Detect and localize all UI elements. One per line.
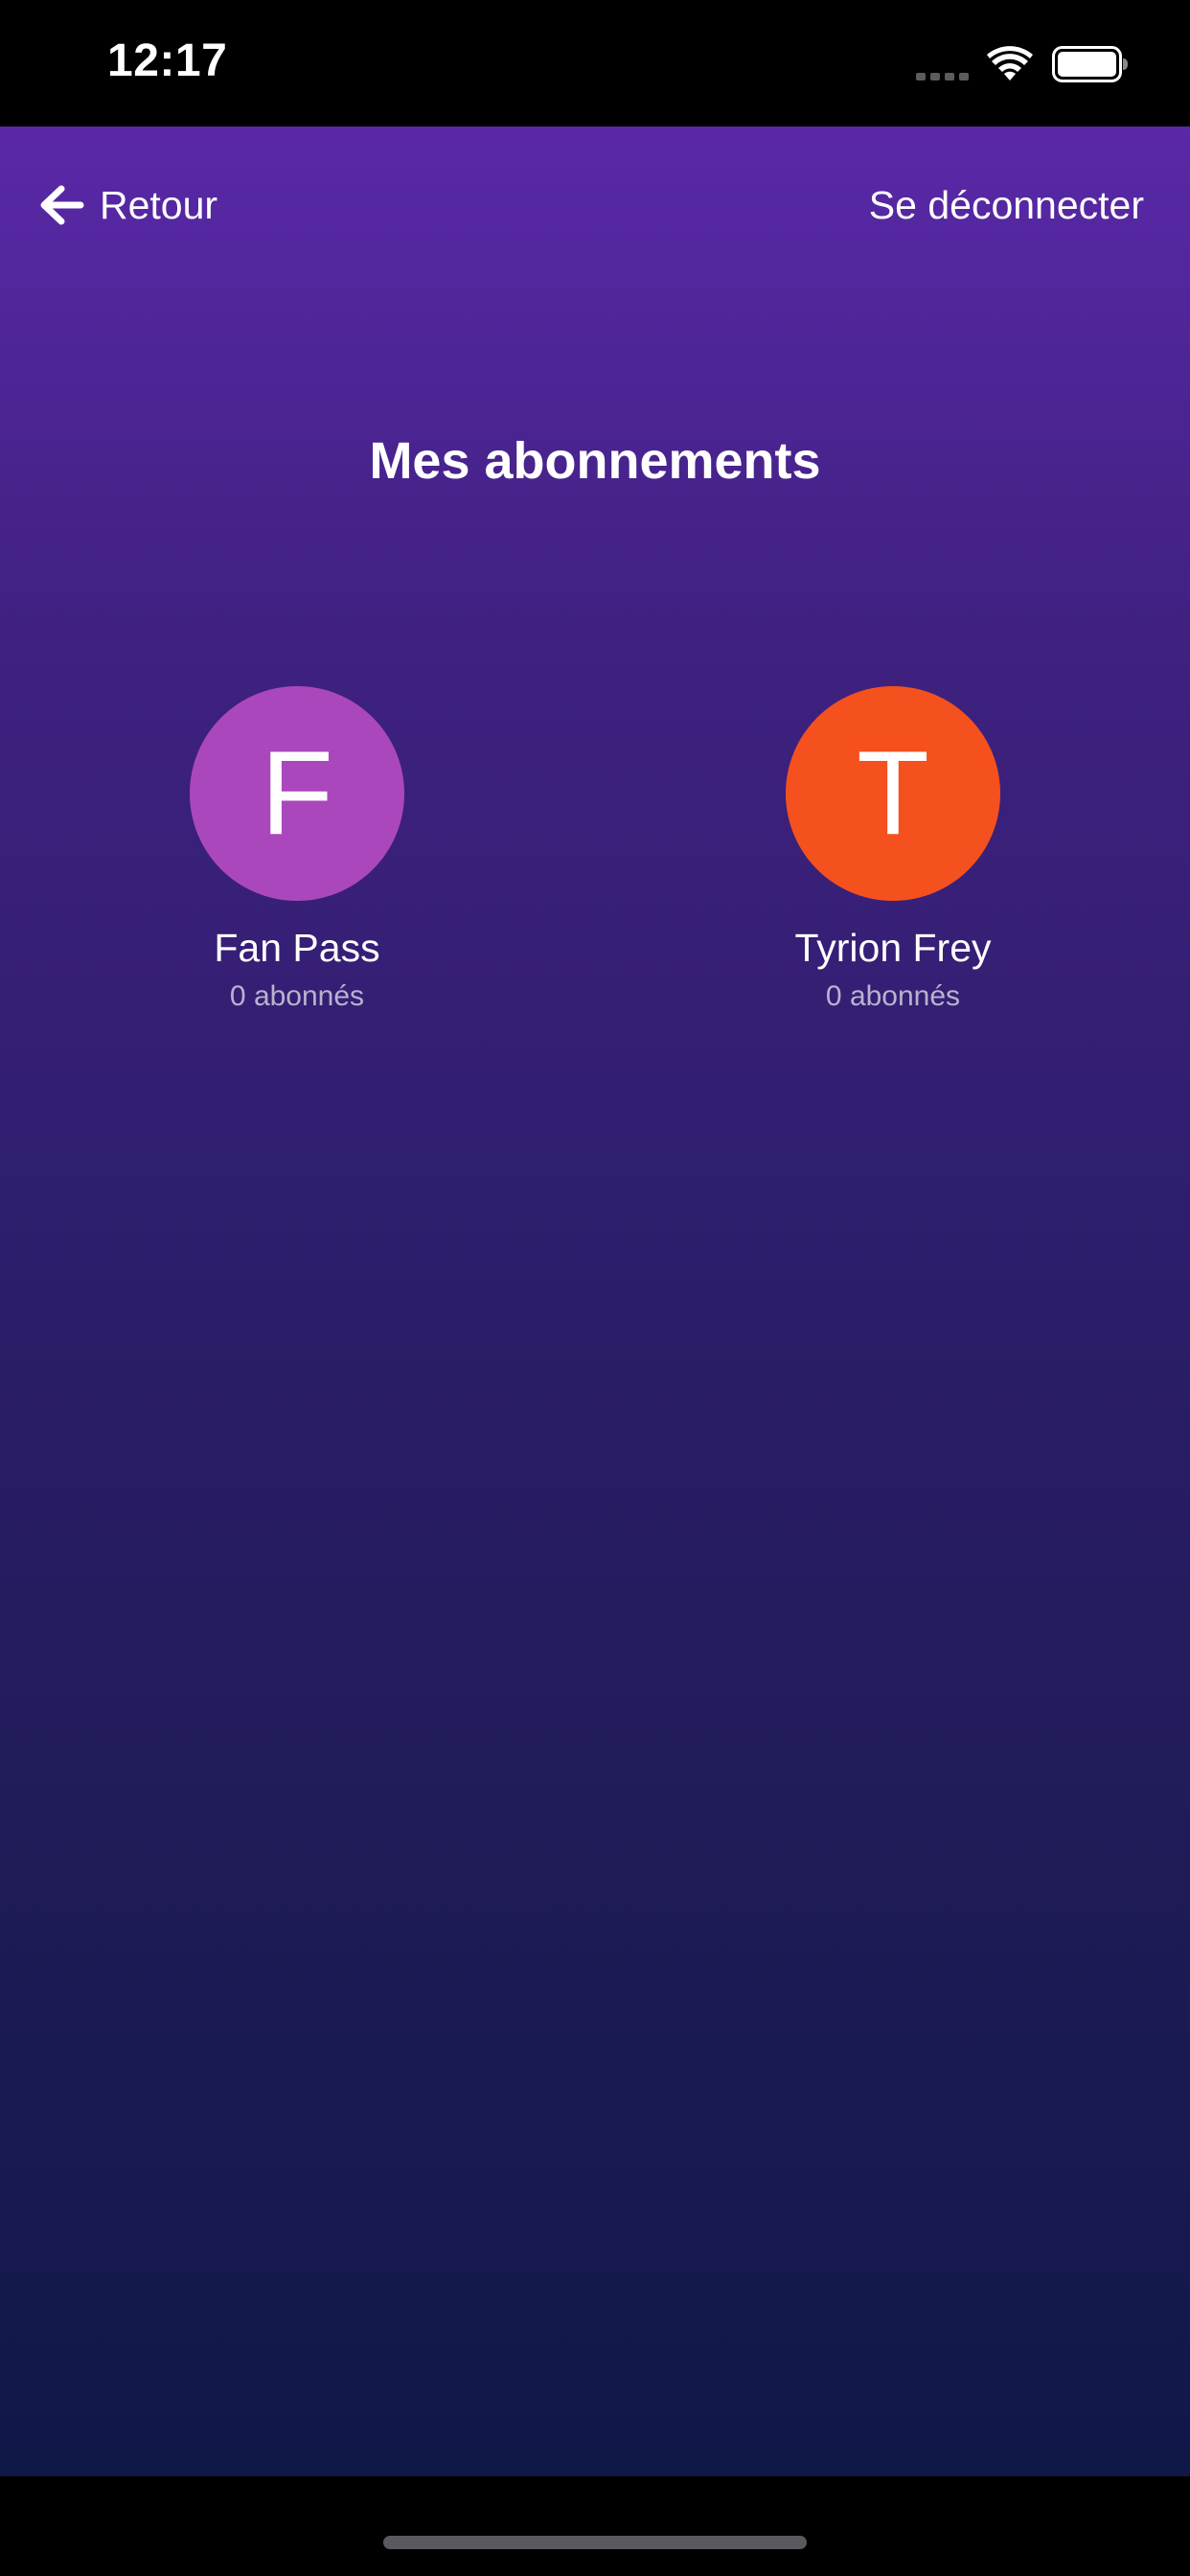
arrow-left-icon [40, 185, 84, 225]
status-bar: 12:17 [0, 0, 1190, 126]
home-indicator[interactable] [383, 2536, 807, 2549]
status-time: 12:17 [107, 35, 228, 86]
subscription-item-fan-pass[interactable]: F Fan Pass 0 abonnés [96, 686, 498, 1013]
subscription-name: Fan Pass [214, 926, 380, 970]
avatar: T [786, 686, 1000, 901]
wifi-icon [987, 46, 1033, 80]
avatar: F [190, 686, 404, 901]
home-indicator-area [0, 2476, 1190, 2576]
subscription-name: Tyrion Frey [794, 926, 992, 970]
signal-icon [916, 73, 969, 80]
main-content: Retour Se déconnecter Mes abonnements F … [0, 126, 1190, 2476]
subscriber-count: 0 abonnés [825, 980, 961, 1012]
page-title: Mes abonnements [369, 432, 821, 490]
subscriber-count: 0 abonnés [229, 980, 365, 1012]
back-button[interactable]: Retour [38, 167, 217, 243]
app-screen: 12:17 Retour Se déconnecter Mes abonneme… [0, 0, 1190, 2576]
logout-button[interactable]: Se déconnecter [869, 167, 1144, 243]
subscription-item-tyrion-frey[interactable]: T Tyrion Frey 0 abonnés [692, 686, 1094, 1013]
back-label: Retour [100, 182, 218, 227]
battery-icon [1052, 46, 1128, 82]
subscriptions-list: F Fan Pass 0 abonnés T Tyrion Frey 0 abo… [0, 686, 1190, 1070]
